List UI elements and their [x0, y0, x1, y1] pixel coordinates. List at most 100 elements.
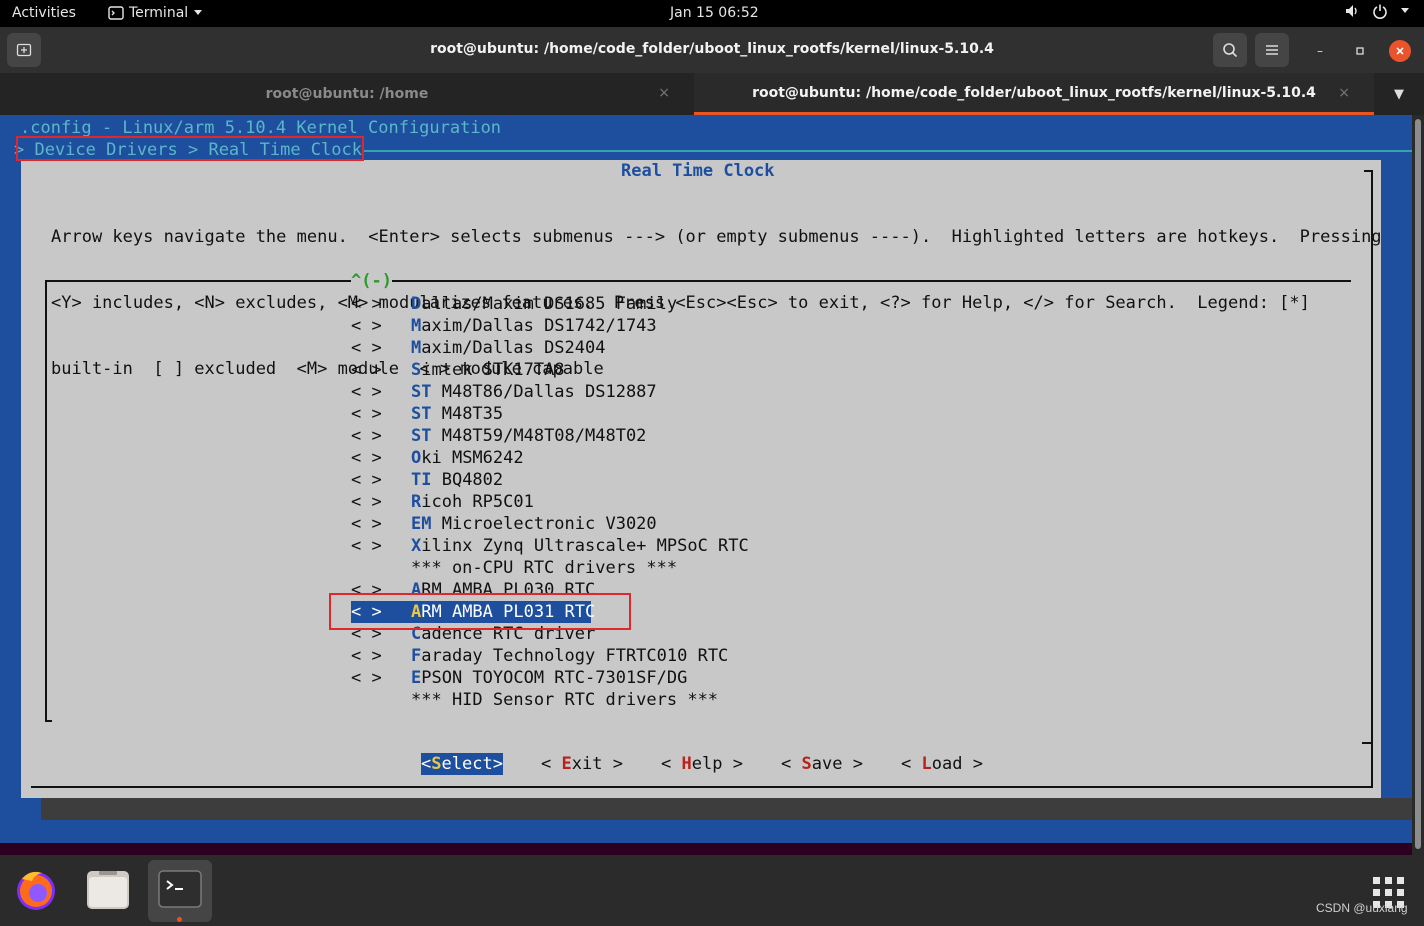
menu-box-border — [45, 280, 1351, 282]
minimize-button[interactable]: – — [1309, 40, 1331, 62]
terminal-content[interactable]: .config - Linux/arm 5.10.4 Kernel Config… — [0, 115, 1412, 843]
selection-highlight-box — [329, 593, 631, 630]
menu-item-label: *** on-CPU RTC drivers *** — [411, 558, 678, 578]
menu-item[interactable]: < > Maxim/Dallas DS1742/1743 — [351, 315, 657, 337]
menu-item-label: BQ4802 — [431, 470, 504, 490]
close-icon — [1396, 47, 1404, 55]
menu-item-bracket: < > — [351, 382, 382, 402]
caret-down-icon — [1401, 8, 1409, 13]
menu-item-bracket: < > — [351, 536, 382, 556]
tab-close-icon[interactable]: × — [1338, 85, 1350, 101]
top-bar: Activities Terminal Jan 15 06:52 — [0, 0, 1424, 27]
button-bracket: > — [602, 754, 623, 774]
clock[interactable]: Jan 15 06:52 — [670, 5, 759, 21]
button-bracket: < — [541, 754, 562, 774]
menu-item-hotkey: D — [411, 294, 422, 314]
button-hotkey: E — [561, 754, 572, 774]
menu-section-comment: *** HID Sensor RTC drivers *** — [351, 689, 718, 711]
dialog-button-row: <Select> < Exit > < Help > < Save > < Lo… — [21, 753, 1381, 775]
power-icon — [1373, 4, 1387, 19]
terminal-app-icon — [108, 6, 124, 20]
menu-item[interactable]: < > Maxim/Dallas DS2404 — [351, 337, 605, 359]
menu-item[interactable]: < > EPSON TOYOCOM RTC-7301SF/DG — [351, 667, 687, 689]
menu-item-bracket: < > — [351, 470, 382, 490]
menu-item-hotkey: S — [411, 360, 422, 380]
tab-close-icon[interactable]: × — [658, 85, 670, 101]
button-hotkey: S — [801, 754, 812, 774]
help-line: built-in [ ] excluded <M> module < > mod… — [51, 359, 604, 379]
menu-box-border — [45, 280, 47, 722]
menu-item-bracket: < > — [351, 294, 382, 314]
menu-item-label: Microelectronic V3020 — [431, 514, 657, 534]
terminal-scrollbar[interactable] — [1412, 115, 1424, 855]
menu-item[interactable]: < > Oki MSM6242 — [351, 447, 591, 469]
search-button[interactable] — [1213, 33, 1247, 67]
menu-item[interactable]: < > EM Microelectronic V3020 — [351, 513, 657, 535]
menu-item-hotkey: ST — [411, 426, 432, 446]
menu-item-bracket: < > — [351, 360, 382, 380]
firefox-launcher[interactable] — [8, 861, 64, 917]
menu-item-hotkey: R — [411, 492, 422, 512]
menu-item[interactable]: < > Simtek STK17TA8 — [351, 359, 591, 381]
button-bracket: < — [421, 754, 432, 774]
menu-item-bracket: < > — [351, 316, 382, 336]
tab-kernel[interactable]: root@ubuntu: /home/code_folder/uboot_lin… — [694, 73, 1374, 115]
tab-home[interactable]: root@ubuntu: /home × — [0, 73, 694, 115]
menu-item-bracket: < > — [351, 492, 382, 512]
menu-item-label: axim/Dallas DS2404 — [421, 338, 606, 358]
tab-label: root@ubuntu: /home/code_folder/uboot_lin… — [752, 84, 1316, 101]
button-bracket: < — [781, 754, 802, 774]
button-label: elp — [691, 754, 723, 774]
window-title: root@ubuntu: /home/code_folder/uboot_lin… — [430, 41, 994, 57]
button-bracket: > — [842, 754, 863, 774]
menu-item[interactable]: < > Dallas/Maxim DS1685 Family — [351, 293, 677, 315]
select-button[interactable]: <Select> — [421, 753, 503, 775]
help-button[interactable]: < Help > — [661, 753, 743, 775]
app-menu[interactable]: Terminal — [108, 5, 203, 21]
firefox-icon — [17, 871, 55, 910]
button-bracket: > — [722, 754, 743, 774]
menu-item[interactable]: < > ST M48T59/M48T08/M48T02 — [351, 425, 646, 447]
menu-item-bracket: < > — [351, 646, 382, 666]
load-button[interactable]: < Load > — [901, 753, 983, 775]
menu-item[interactable]: < > TI BQ4802 — [351, 469, 591, 491]
activities-button[interactable]: Activities — [12, 5, 76, 21]
tab-bar: root@ubuntu: /home × root@ubuntu: /home/… — [0, 73, 1424, 115]
dialog-title: Real Time Clock — [621, 161, 775, 181]
button-hotkey: H — [681, 754, 692, 774]
terminal-icon — [158, 870, 202, 908]
menuconfig-dialog: Real Time Clock Arrow keys navigate the … — [21, 160, 1382, 798]
menu-box-border — [1362, 742, 1371, 744]
scrollbar-thumb[interactable] — [1415, 119, 1421, 849]
system-menu[interactable] — [1344, 3, 1410, 19]
menu-item-label: M48T86/Dallas DS12887 — [431, 382, 657, 402]
menu-item[interactable]: < > Xilinx Zynq Ultrascale+ MPSoC RTC — [351, 535, 749, 557]
files-launcher[interactable] — [80, 861, 136, 917]
button-bracket: > — [492, 754, 503, 774]
menu-item-label: M48T59/M48T08/M48T02 — [431, 426, 647, 446]
window-titlebar: root@ubuntu: /home/code_folder/uboot_lin… — [0, 27, 1424, 73]
dialog-border — [31, 786, 1373, 788]
exit-button[interactable]: < Exit > — [541, 753, 623, 775]
tab-label: root@ubuntu: /home — [265, 86, 429, 102]
menu-item[interactable]: < > Ricoh RP5C01 — [351, 491, 591, 513]
menu-item[interactable]: < > Faraday Technology FTRTC010 RTC — [351, 645, 728, 667]
running-indicator — [177, 917, 182, 922]
menu-item-hotkey: M — [411, 316, 422, 336]
button-bracket: < — [661, 754, 682, 774]
help-line: Arrow keys navigate the menu. <Enter> se… — [51, 227, 1382, 247]
menu-item[interactable]: < > ST M48T35 — [351, 403, 591, 425]
save-button[interactable]: < Save > — [781, 753, 863, 775]
hamburger-menu-button[interactable] — [1255, 33, 1289, 67]
close-window-button[interactable] — [1389, 40, 1411, 62]
search-icon — [1223, 43, 1238, 58]
terminal-launcher[interactable] — [152, 861, 208, 917]
menu-item-hotkey: F — [411, 646, 422, 666]
menu-item-bracket: < > — [351, 514, 382, 534]
menu-item-label: M48T35 — [431, 404, 504, 424]
files-icon — [87, 871, 129, 909]
menu-item-hotkey: TI — [411, 470, 432, 490]
maximize-button[interactable] — [1349, 40, 1371, 62]
menu-item[interactable]: < > ST M48T86/Dallas DS12887 — [351, 381, 657, 403]
tab-list-dropdown-icon[interactable]: ▼ — [1394, 87, 1404, 102]
